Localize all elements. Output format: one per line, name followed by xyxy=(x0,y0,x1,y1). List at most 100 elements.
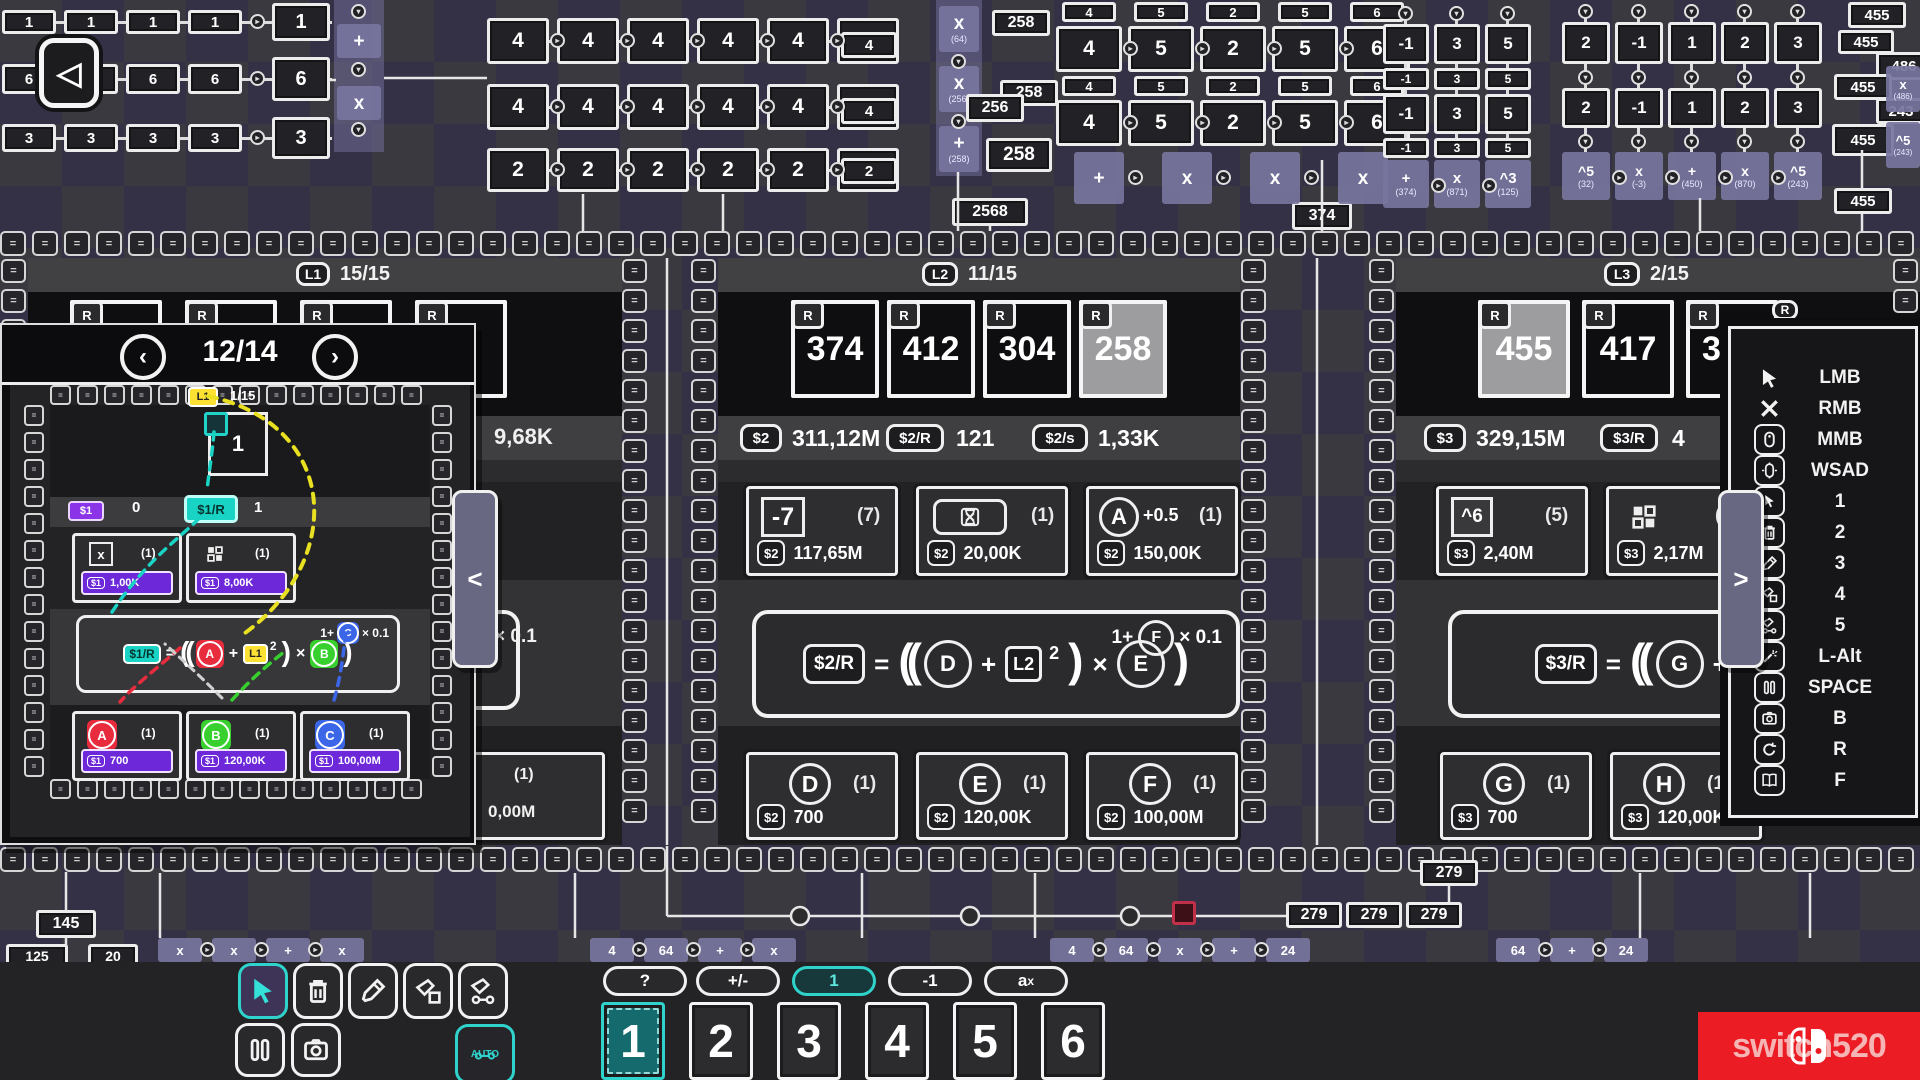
belt-op-cell[interactable]: 64 xyxy=(1496,938,1540,962)
l1-card-cost-fragment: 0,00M xyxy=(488,802,535,822)
belt-op-cell[interactable]: x xyxy=(212,938,256,962)
belt-op-cell[interactable]: x xyxy=(752,938,796,962)
belt-op-cell[interactable]: 4 xyxy=(1050,938,1094,962)
pause-tool-button[interactable] xyxy=(235,1023,285,1077)
mini-letter-card-c[interactable]: C (1) $1100,00M xyxy=(300,711,410,781)
l2-result-box[interactable]: R304 xyxy=(983,300,1071,398)
belt-op-cell[interactable]: + xyxy=(1212,938,1256,962)
error-cell[interactable] xyxy=(1172,901,1196,925)
conveyor-cell: = xyxy=(374,779,395,799)
conveyor-cell: = xyxy=(448,231,474,256)
l2-result-box[interactable]: R374 xyxy=(791,300,879,398)
conveyor-cell: = xyxy=(1241,319,1266,343)
mini-letter-card-a[interactable]: A (1) $1700 xyxy=(72,711,182,781)
number-tile-4[interactable]: 4 xyxy=(865,1002,929,1080)
conveyor-cell: = xyxy=(768,847,794,872)
mini-upgrade-card[interactable]: (1) $18,00K xyxy=(186,533,296,603)
belt-op-cell[interactable]: x xyxy=(158,938,202,962)
mini-letter-card-b[interactable]: B (1) $1120,00K xyxy=(186,711,296,781)
value-box[interactable]: 279 xyxy=(1420,860,1478,886)
conveyor-cell: = xyxy=(1369,349,1394,373)
number-tile-3[interactable]: 3 xyxy=(777,1002,841,1080)
mode-pill-3[interactable]: 1 xyxy=(792,966,876,996)
auto-link-button[interactable]: AUTO xyxy=(455,1024,515,1080)
belt-op-cell[interactable]: 24 xyxy=(1266,938,1310,962)
conveyor-cell: = xyxy=(480,847,506,872)
number-tile-2[interactable]: 2 xyxy=(689,1002,753,1080)
cost-badge: $3 xyxy=(1447,540,1475,566)
conveyor-cell: = xyxy=(622,259,647,283)
number-tile-6[interactable]: 6 xyxy=(1041,1002,1105,1080)
pipette-tool-button[interactable] xyxy=(348,963,398,1019)
belt-op-cell[interactable]: x xyxy=(320,938,364,962)
formula-level-chip: L2 xyxy=(1005,646,1042,682)
l2-result-box[interactable]: R412 xyxy=(887,300,975,398)
conveyor-cell: = xyxy=(384,231,410,256)
conveyor-cell: = xyxy=(1568,231,1594,256)
value-box[interactable]: 145 xyxy=(36,910,96,938)
cost-badge: $2 xyxy=(1097,804,1125,830)
keybinds-collapse-tab[interactable]: > xyxy=(1718,490,1764,668)
conveyor-cell: = xyxy=(622,439,647,463)
l1-stat-fragment: 9,68K xyxy=(494,424,553,450)
popup-collapse-tab[interactable]: < xyxy=(452,490,498,668)
conveyor-cell: = xyxy=(1600,231,1626,256)
blueprint-popup: ‹ 12/14 › ==============================… xyxy=(0,323,476,845)
conveyor-cell: = xyxy=(1280,847,1306,872)
l2-upgrade-card-a-bonus[interactable]: A +0.5 (1) $2150,00K xyxy=(1086,486,1238,576)
belt-op-cell[interactable]: 64 xyxy=(644,938,688,962)
pager-prev-button[interactable]: ‹ xyxy=(120,334,166,380)
belt-op-cell[interactable]: 64 xyxy=(1104,938,1148,962)
flow-node: ▾ xyxy=(951,114,966,129)
value-box[interactable]: 279 xyxy=(1346,902,1402,928)
belt-op-cell[interactable]: + xyxy=(698,938,742,962)
conveyor-cell: = xyxy=(1824,847,1850,872)
number-tile-1[interactable]: 1 xyxy=(601,1002,665,1080)
brush-copy-tool-button[interactable] xyxy=(403,963,453,1019)
belt-op-cell[interactable]: x xyxy=(1158,938,1202,962)
mode-pill-4[interactable]: -1 xyxy=(888,966,972,996)
conveyor-cell: = xyxy=(24,594,44,615)
cursor-tool-button[interactable] xyxy=(238,963,288,1019)
l3-rate-badge: $3/R xyxy=(1600,424,1658,452)
conveyor-cell: = xyxy=(416,231,442,256)
flow-node: ▾ xyxy=(1737,134,1752,149)
value-box[interactable]: 279 xyxy=(1406,902,1462,928)
conveyor-cell: = xyxy=(992,231,1018,256)
l2-letter-card-d[interactable]: D (1) $2700 xyxy=(746,752,898,840)
conveyor-cell: = xyxy=(1,259,26,283)
brush-link-tool-button[interactable] xyxy=(458,963,508,1019)
l2-letter-card-f[interactable]: F (1) $2100,00M xyxy=(1086,752,1238,840)
mode-pill-2[interactable]: +/- xyxy=(696,966,780,996)
conveyor-cell: = xyxy=(1024,231,1050,256)
mode-pill-1[interactable]: ? xyxy=(603,966,687,996)
l3-letter-card-g[interactable]: G (1) $3700 xyxy=(1440,752,1592,840)
l2-upgrade-card-speed[interactable]: (1) $220,00K xyxy=(916,486,1068,576)
pager-next-button[interactable]: › xyxy=(312,334,358,380)
l2-result-box-selected[interactable]: R258 xyxy=(1079,300,1167,398)
back-button[interactable]: ◁ xyxy=(39,38,99,108)
l2-upgrade-card-minus7[interactable]: -7 (7) $2117,65M xyxy=(746,486,898,576)
mini-rate-value: 1 xyxy=(254,499,262,516)
l3-result-box-selected[interactable]: R455 xyxy=(1478,300,1570,398)
mini-upgrade-card[interactable]: x (1) $11,00K xyxy=(72,533,182,603)
conveyor-cell: = xyxy=(1369,529,1394,553)
l2-letter-card-e[interactable]: E (1) $2120,00K xyxy=(916,752,1068,840)
value-box[interactable]: 279 xyxy=(1286,902,1342,928)
conveyor-cell: = xyxy=(160,231,186,256)
number-tile-5[interactable]: 5 xyxy=(953,1002,1017,1080)
conveyor-cell: = xyxy=(384,847,410,872)
belt-op-cell[interactable]: + xyxy=(1550,938,1594,962)
conveyor-cell: = xyxy=(416,847,442,872)
l3-result-box[interactable]: R417 xyxy=(1582,300,1674,398)
mini-selected-cell[interactable] xyxy=(204,412,228,436)
conveyor-cell: = xyxy=(1888,231,1914,256)
trash-tool-button[interactable] xyxy=(293,963,343,1019)
camera-tool-button[interactable] xyxy=(291,1023,341,1077)
belt-op-cell[interactable]: 4 xyxy=(590,938,634,962)
belt-op-cell[interactable]: 24 xyxy=(1604,938,1648,962)
l3-upgrade-card-pow6[interactable]: ^6 (5) $32,40M xyxy=(1436,486,1588,576)
belt-op-cell[interactable]: + xyxy=(266,938,310,962)
mode-pill-5[interactable]: ax xyxy=(984,966,1068,996)
belt-node: ▸ xyxy=(686,942,701,957)
